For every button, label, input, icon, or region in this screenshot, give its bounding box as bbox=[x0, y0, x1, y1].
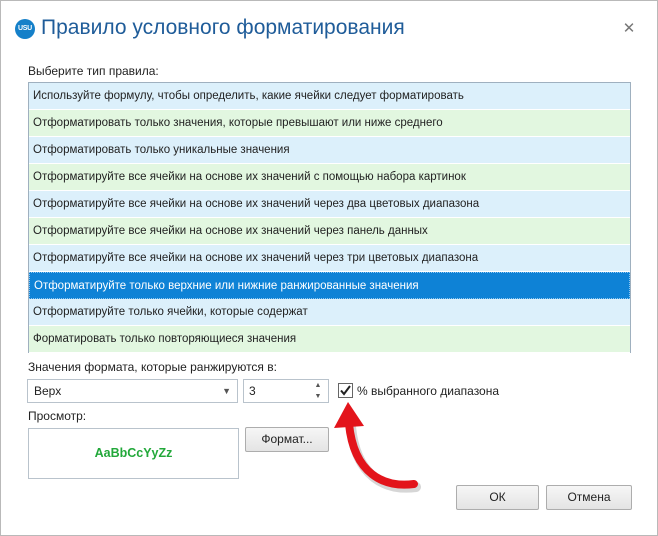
preview-sample-text: AaBbCcYyZz bbox=[94, 446, 173, 460]
rule-item[interactable]: Используйте формулу, чтобы определить, к… bbox=[29, 83, 630, 110]
triangle-up-icon[interactable]: ▲ bbox=[310, 380, 326, 391]
format-button[interactable]: Формат... bbox=[245, 427, 329, 452]
rank-count-stepper[interactable]: ▲ ▼ bbox=[243, 379, 329, 403]
chevron-down-icon[interactable]: ▼ bbox=[222, 386, 231, 396]
preview-label: Просмотр: bbox=[28, 409, 87, 423]
rank-direction-select[interactable]: Верх ▼ bbox=[27, 379, 238, 403]
rule-item[interactable]: Отформатируйте только верхние или нижние… bbox=[29, 272, 630, 299]
red-curved-arrow-icon bbox=[334, 402, 421, 493]
rule-item[interactable]: Отформатировать только значения, которые… bbox=[29, 110, 630, 137]
rule-item[interactable]: Отформатируйте все ячейки на основе их з… bbox=[29, 218, 630, 245]
rule-item[interactable]: Отформатируйте все ячейки на основе их з… bbox=[29, 245, 630, 272]
conditional-format-dialog: USU Правило условного форматирования ✕ В… bbox=[0, 0, 658, 536]
rule-item[interactable]: Отформатируйте только ячейки, которые со… bbox=[29, 299, 630, 326]
preview-box: AaBbCcYyZz bbox=[28, 428, 239, 479]
app-logo-icon: USU bbox=[15, 19, 35, 39]
rank-direction-value: Верх bbox=[34, 384, 62, 398]
triangle-down-icon[interactable]: ▼ bbox=[310, 391, 326, 402]
rule-type-label: Выберите тип правила: bbox=[28, 64, 159, 78]
rule-type-list[interactable]: Используйте формулу, чтобы определить, к… bbox=[28, 82, 631, 353]
rank-label: Значения формата, которые ранжируются в: bbox=[28, 360, 277, 374]
rule-item[interactable]: Форматировать только повторяющиеся значе… bbox=[29, 326, 630, 353]
rule-item[interactable]: Отформатируйте все ячейки на основе их з… bbox=[29, 191, 630, 218]
rule-item[interactable]: Отформатируйте все ячейки на основе их з… bbox=[29, 164, 630, 191]
rule-item[interactable]: Отформатировать только уникальные значен… bbox=[29, 137, 630, 164]
close-icon[interactable]: ✕ bbox=[617, 17, 641, 41]
cancel-button[interactable]: Отмена bbox=[546, 485, 632, 510]
title-bar: USU Правило условного форматирования ✕ bbox=[1, 1, 657, 59]
dialog-title: Правило условного форматирования bbox=[41, 16, 405, 39]
ok-button[interactable]: ОК bbox=[456, 485, 539, 510]
rank-count-input[interactable] bbox=[244, 380, 313, 402]
